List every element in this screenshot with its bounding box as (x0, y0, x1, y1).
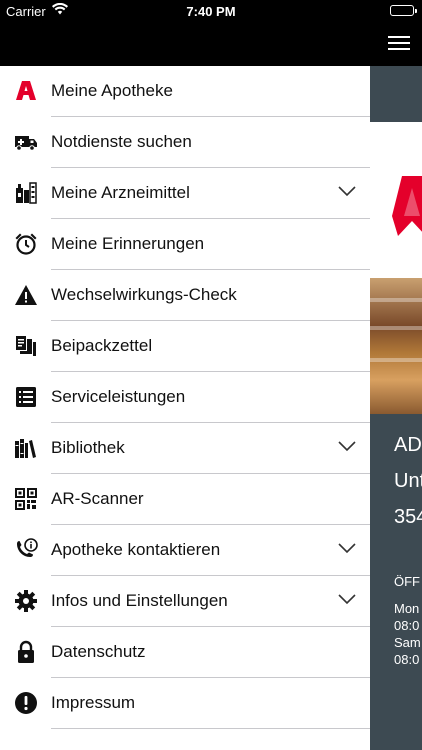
warning-icon (14, 283, 38, 307)
status-bar: Carrier 7:40 PM (0, 0, 422, 22)
pharmacy-street: Unt (394, 470, 422, 492)
menu-item-apotheke-kontaktieren[interactable]: Apotheke kontaktieren (0, 525, 370, 576)
menu-item-impressum[interactable]: Impressum (0, 678, 370, 729)
menu-item-label: Meine Erinnerungen (51, 234, 205, 253)
menu-item-label: Meine Arzneimittel (51, 183, 190, 202)
menu-item-label: Serviceleistungen (51, 387, 186, 406)
opening-hours: Mon 08:0 Sam 08:0 (394, 600, 421, 668)
hours-time-2: 08:0 (394, 652, 420, 667)
nav-bar (0, 22, 422, 66)
menu-item-wechselwirkungs-check[interactable]: Wechselwirkungs-Check (0, 270, 370, 321)
leaflet-icon (14, 334, 38, 358)
menu-item-label: Infos und Einstellungen (51, 591, 228, 610)
side-drawer-menu: Meine Apotheke Notdienste suchen Meine A… (0, 66, 370, 750)
alarm-clock-icon (14, 232, 38, 256)
menu-item-label: AR-Scanner (51, 489, 144, 508)
pharmacy-name: AD (394, 434, 422, 456)
menu-item-label: Bibliothek (51, 438, 125, 457)
menu-item-meine-erinnerungen[interactable]: Meine Erinnerungen (0, 219, 370, 270)
chevron-down-icon[interactable] (338, 440, 356, 452)
menu-item-label: Apotheke kontaktieren (51, 540, 221, 559)
menu-item-label: Impressum (51, 693, 136, 712)
menu-item-beipackzettel[interactable]: Beipackzettel (0, 321, 370, 372)
info-alert-icon (14, 691, 38, 715)
medicine-icon (14, 181, 38, 205)
menu-item-ar-scanner[interactable]: AR-Scanner (0, 474, 370, 525)
chevron-down-icon[interactable] (338, 542, 356, 554)
menu-item-serviceleistungen[interactable]: Serviceleistungen (0, 372, 370, 423)
gear-icon (14, 589, 38, 613)
hours-day-1: Mon (394, 601, 420, 616)
pharmacy-a-icon (14, 79, 38, 103)
menu-item-label: Beipackzettel (51, 336, 153, 355)
hours-time-1: 08:0 (394, 618, 420, 633)
battery-icon (390, 5, 417, 16)
pharmacy-logo-icon (392, 176, 422, 236)
qr-code-icon (14, 487, 38, 511)
chevron-down-icon[interactable] (338, 185, 356, 197)
menu-item-infos-und-einstellungen[interactable]: Infos und Einstellungen (0, 576, 370, 627)
opening-hours-title: ÖFF (394, 574, 420, 589)
divider (51, 728, 370, 729)
header-band (370, 66, 422, 122)
pharmacy-detail-background: AD Unt 354 ÖFF Mon 08:0 Sam 08:0 (370, 66, 422, 750)
menu-item-datenschutz[interactable]: Datenschutz (0, 627, 370, 678)
menu-item-meine-arzneimittel[interactable]: Meine Arzneimittel (0, 168, 370, 219)
hamburger-menu-icon[interactable] (388, 33, 410, 53)
pharmacy-photo (370, 278, 422, 414)
menu-item-notdienste[interactable]: Notdienste suchen (0, 117, 370, 168)
menu-item-label: Datenschutz (51, 642, 146, 661)
hours-day-2: Sam (394, 635, 421, 650)
phone-info-icon (14, 538, 38, 562)
menu-item-label: Notdienste suchen (51, 132, 192, 151)
books-icon (14, 436, 38, 460)
list-icon (14, 385, 38, 409)
menu-item-label: Meine Apotheke (51, 81, 173, 100)
menu-item-bibliothek[interactable]: Bibliothek (0, 423, 370, 474)
menu-item-meine-apotheke[interactable]: Meine Apotheke (0, 66, 370, 117)
menu-item-label: Wechselwirkungs-Check (51, 285, 237, 304)
pharmacy-city: 354 (394, 506, 422, 528)
clock: 7:40 PM (186, 4, 236, 19)
chevron-down-icon[interactable] (338, 593, 356, 605)
emergency-van-icon (14, 130, 38, 154)
lock-icon (14, 640, 38, 664)
